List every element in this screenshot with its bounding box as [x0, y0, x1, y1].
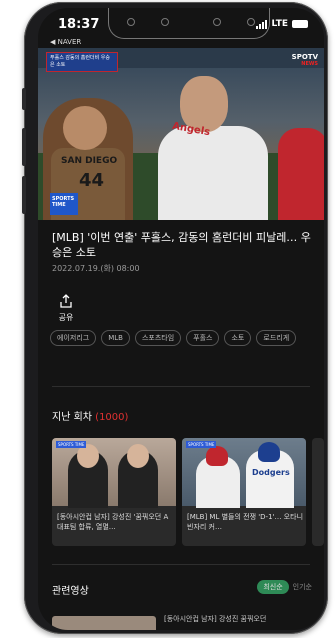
tag-chip[interactable]: 소토	[224, 330, 252, 346]
channel-logo-main: SPOTV	[291, 53, 318, 61]
divider	[52, 564, 310, 565]
related-videos-label: 관련영상	[52, 586, 89, 597]
thumbnail-jersey-text: Dodgers	[252, 468, 290, 477]
network-label: LTE	[271, 19, 288, 29]
tag-chip[interactable]: 푸홀스	[186, 330, 220, 346]
share-button[interactable]: 공유	[54, 294, 78, 323]
video-overlay-badge: 푸홀스 감동의 홈런더비 우승은 소토	[46, 52, 118, 72]
dynamic-notch	[108, 8, 270, 39]
channel-logo-sub: NEWS	[301, 61, 318, 67]
status-indicators: LTE	[256, 19, 308, 29]
divider	[52, 386, 310, 387]
previous-episodes-header: 지난 회차 (1000)	[52, 408, 128, 423]
related-caption: [동아시안컵 남자] 강성진 꿈꿔오던	[164, 615, 267, 623]
tag-chip[interactable]: 스포츠타임	[134, 330, 182, 346]
signal-icon	[256, 19, 268, 29]
episode-card[interactable]: Dodgers SPORTS TIME [MLB] ML 별들의 전쟁 'D-1…	[182, 438, 306, 546]
article-date: 2022.07.19.(화) 08:00	[52, 264, 140, 273]
battery-icon	[292, 20, 308, 28]
share-icon	[60, 294, 72, 308]
tag-chip[interactable]: MLB	[101, 330, 130, 346]
previous-episodes-count: (1000)	[95, 412, 129, 423]
sort-toggle: 최신순 인기순	[257, 580, 312, 594]
previous-episodes-label: 지난 회차	[52, 412, 92, 423]
tag-chip[interactable]: 에이저리그	[50, 330, 97, 346]
status-bar: 18:37 ◀ NAVER LTE	[38, 8, 324, 46]
thumbnail-badge: SPORTS TIME	[186, 441, 217, 448]
tag-list: 에이저리그 MLB 스포츠타임 푸홀스 소토 로드리게	[50, 330, 324, 346]
channel-logo: SPOTV NEWS	[292, 54, 318, 68]
jersey-number: 44	[79, 170, 105, 191]
back-to-app-link[interactable]: ◀ NAVER	[50, 38, 81, 46]
video-player[interactable]: SAN DIEGO 44 Angels 푸홀스 감동의 홈런더비 우승은 소토 …	[38, 48, 324, 220]
video-player-right	[278, 128, 324, 220]
episode-card[interactable]: SPORTS TIME [동아시안컵 남자] 강성진 '꿈꿔오던 A대표팀 합류…	[52, 438, 176, 546]
phone-volume-up	[22, 128, 26, 166]
jersey-text: SAN DIEGO	[61, 156, 118, 166]
tag-chip[interactable]: 로드리게	[256, 330, 297, 346]
article-title: [MLB] '이번 연출' 푸홀스, 감동의 홈런더비 피날레… 우승은 소토	[52, 231, 311, 259]
phone-side-button	[22, 88, 26, 110]
previous-episodes-carousel[interactable]: SPORTS TIME [동아시안컵 남자] 강성진 '꿈꿔오던 A대표팀 합류…	[52, 438, 324, 550]
video-player-center: Angels	[158, 76, 268, 220]
phone-volume-down	[22, 176, 26, 214]
related-videos-preview[interactable]: [동아시안컵 남자] 강성진 꿈꿔오던	[52, 612, 324, 630]
episode-caption: [동아시안컵 남자] 강성진 '꿈꿔오던 A대표팀 합류, 열멸…	[57, 513, 169, 531]
sports-time-watermark: SPORTS TIME	[50, 193, 78, 215]
episode-caption: [MLB] ML 별들의 전쟁 'D-1'… 오타니 빈자리 커…	[187, 513, 304, 531]
sort-latest-button[interactable]: 최신순	[257, 580, 289, 594]
status-time: 18:37	[58, 17, 100, 32]
episode-thumbnail: Dodgers SPORTS TIME	[182, 438, 306, 508]
share-label: 공유	[58, 313, 74, 322]
app-screen: 18:37 ◀ NAVER LTE SAN DIEGO 44 Angels 푸홀…	[38, 8, 324, 630]
related-thumbnail	[52, 616, 156, 630]
episode-thumbnail: SPORTS TIME	[52, 438, 176, 508]
sort-popular-button[interactable]: 인기순	[293, 582, 312, 592]
thumbnail-badge: SPORTS TIME	[56, 441, 87, 448]
episode-card-partial[interactable]	[312, 438, 324, 546]
